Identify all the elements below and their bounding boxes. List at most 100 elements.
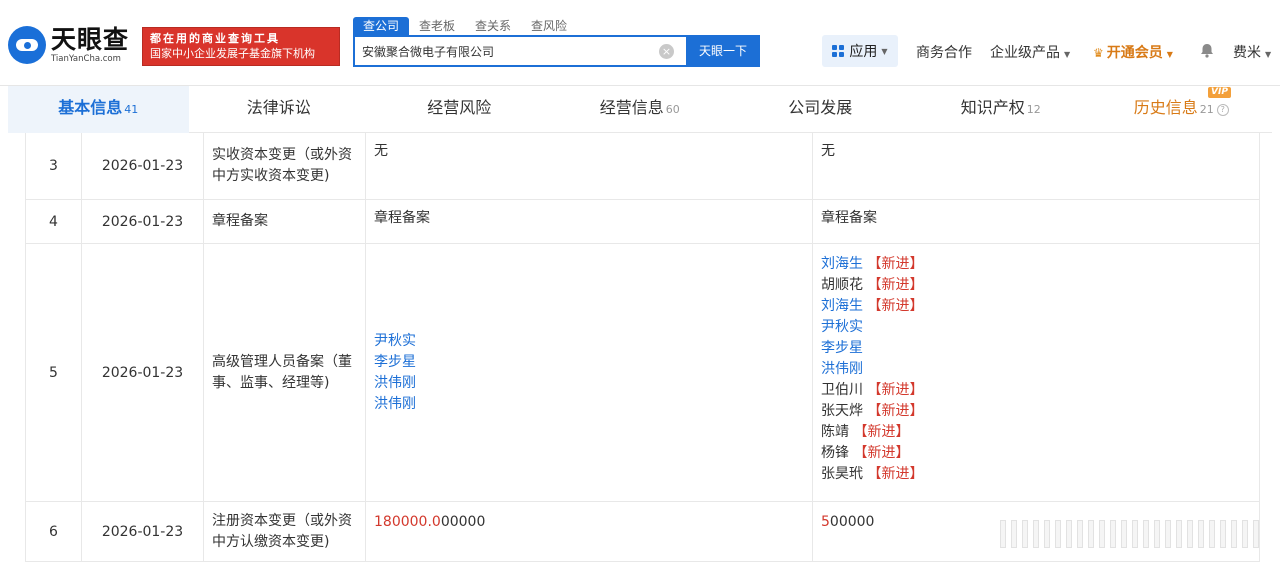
value-text: 00000 (440, 514, 486, 530)
person-entry: 张昊玳 【新进】 (821, 464, 1251, 485)
tab-business-info[interactable]: 经营信息 60 (550, 86, 731, 133)
change-date: 2026-01-23 (82, 502, 204, 561)
user-name[interactable]: 费米 ▼ (1233, 42, 1271, 62)
search-tab-relation[interactable]: 查关系 (465, 17, 521, 35)
after-value: 刘海生 【新进】 胡顺花 【新进】 刘海生 【新进】 尹秋实 李步星 洪伟刚 卫… (813, 244, 1259, 501)
person-link[interactable]: 李步星 (821, 340, 863, 356)
tab-label: 历史信息 (1133, 98, 1198, 117)
table-row: 3 2026-01-23 实收资本变更（或外资中方实收资本变更) 无 无 (25, 133, 1260, 200)
row-number: 4 (26, 200, 82, 243)
watermark (1000, 515, 1259, 553)
person-name: 张昊玳 (821, 466, 863, 482)
before-value: 无 (366, 133, 813, 199)
apps-button[interactable]: 应用 ▼ (822, 35, 898, 67)
search-box: × (353, 35, 686, 67)
content-tabs: 基本信息 41 法律诉讼 经营风险 经营信息 60 公司发展 知识产权 12 VIP 历… (8, 86, 1272, 133)
vip-menu[interactable]: ♛ 开通会员 ▼ (1093, 42, 1173, 62)
watermark-mark (1231, 520, 1237, 548)
person-entry: 张天烨 【新进】 (821, 401, 1251, 422)
bell-icon[interactable] (1200, 43, 1214, 58)
person-link[interactable]: 尹秋实 (821, 319, 863, 335)
new-tag: 【新进】 (867, 256, 924, 272)
person-entry: 陈靖 【新进】 (821, 422, 1251, 443)
watermark-mark (1033, 520, 1039, 548)
search-type-tabs: 查公司 查老板 查关系 查风险 (353, 17, 577, 35)
watermark-mark (1055, 520, 1061, 548)
tab-label: 经营信息 (599, 98, 664, 117)
watermark-mark (1000, 520, 1006, 548)
watermark-mark (1209, 520, 1215, 548)
enterprise-products-menu[interactable]: 企业级产品 ▼ (990, 42, 1070, 62)
diff-highlight: 5 (821, 514, 830, 530)
tab-risk[interactable]: 经营风险 (369, 86, 550, 133)
person-link[interactable]: 刘海生 (821, 256, 863, 272)
person-name: 杨锋 (821, 445, 849, 461)
person-link[interactable]: 李步星 (374, 352, 804, 373)
apps-label: 应用 (849, 44, 878, 60)
person-link[interactable]: 尹秋实 (374, 331, 804, 352)
watermark-mark (1165, 520, 1171, 548)
watermark-mark (1077, 520, 1083, 548)
person-entry: 胡顺花 【新进】 (821, 275, 1251, 296)
logo-name: 天眼查 (51, 24, 130, 54)
watermark-mark (1143, 520, 1149, 548)
watermark-mark (1011, 520, 1017, 548)
watermark-mark (1110, 520, 1116, 548)
search-tab-company[interactable]: 查公司 (353, 17, 410, 35)
search-tab-risk[interactable]: 查风险 (521, 17, 577, 35)
new-tag: 【新进】 (867, 382, 924, 398)
eye-logo-icon (8, 26, 46, 64)
person-link[interactable]: 洪伟刚 (374, 373, 804, 394)
user-label: 费米 (1233, 45, 1261, 61)
logo[interactable]: 天眼查 TianYanCha.com (8, 26, 129, 64)
tab-label: 公司发展 (788, 98, 853, 117)
person-entry: 卫伯川 【新进】 (821, 380, 1251, 401)
change-item: 高级管理人员备案（董事、监事、经理等) (204, 244, 366, 501)
tab-ip[interactable]: 知识产权 12 (911, 86, 1092, 133)
person-link[interactable]: 刘海生 (821, 298, 863, 314)
tab-legal[interactable]: 法律诉讼 (189, 86, 370, 133)
row-number: 5 (26, 244, 82, 501)
change-date: 2026-01-23 (82, 133, 204, 199)
watermark-mark (1253, 520, 1259, 548)
chevron-down-icon: ▼ (1064, 50, 1071, 59)
watermark-mark (1242, 520, 1248, 548)
tab-label: 基本信息 (58, 98, 123, 117)
slogan-line1: 都在用的商业查询工具 (150, 32, 280, 45)
person-entry: 杨锋 【新进】 (821, 443, 1251, 464)
search-tab-boss[interactable]: 查老板 (409, 17, 465, 35)
table-row: 4 2026-01-23 章程备案 章程备案 章程备案 (25, 200, 1260, 244)
person-link[interactable]: 洪伟刚 (821, 361, 863, 377)
person-link[interactable]: 洪伟刚 (374, 394, 804, 415)
change-item: 章程备案 (204, 200, 366, 243)
tab-label: 法律诉讼 (246, 98, 311, 117)
person-name: 张天烨 (821, 403, 863, 419)
tab-count: 60 (665, 103, 680, 116)
after-value: 无 (821, 143, 835, 159)
watermark-mark (1099, 520, 1105, 548)
row-number: 3 (26, 133, 82, 199)
before-value: 尹秋实 李步星 洪伟刚 洪伟刚 (366, 244, 813, 501)
change-date: 2026-01-23 (82, 200, 204, 243)
clear-icon[interactable]: × (659, 44, 674, 59)
tab-history[interactable]: VIP 历史信息 21? (1091, 86, 1272, 133)
slogan-line2: 国家中小企业发展子基金旗下机构 (150, 47, 315, 60)
vip-label: 开通会员 (1106, 45, 1163, 61)
chevron-down-icon: ▼ (881, 46, 888, 56)
tab-basic-info[interactable]: 基本信息 41 (8, 86, 189, 133)
watermark-mark (1187, 520, 1193, 548)
search-input[interactable] (355, 37, 645, 65)
watermark-mark (1022, 520, 1028, 548)
chevron-down-icon: ▼ (1265, 50, 1272, 59)
crown-icon: ♛ (1093, 46, 1104, 60)
search-button[interactable]: 天眼一下 (686, 35, 760, 67)
biz-cooperation-link[interactable]: 商务合作 (916, 42, 972, 62)
logo-domain: TianYanCha.com (51, 53, 121, 64)
change-item: 实收资本变更（或外资中方实收资本变更) (204, 133, 366, 199)
watermark-mark (1066, 520, 1072, 548)
tab-development[interactable]: 公司发展 (730, 86, 911, 133)
new-tag: 【新进】 (867, 403, 924, 419)
tab-count: 12 (1026, 103, 1041, 116)
person-entry: 刘海生 【新进】 (821, 296, 1251, 317)
help-icon[interactable]: ? (1216, 104, 1229, 116)
